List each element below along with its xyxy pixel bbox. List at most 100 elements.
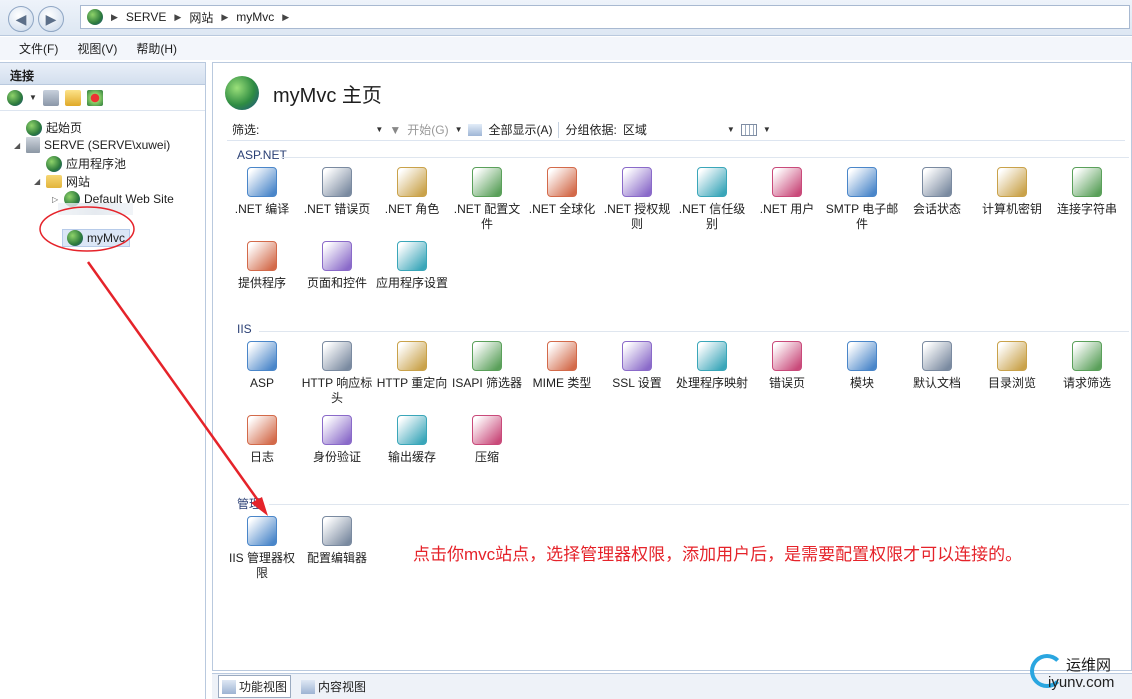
feature-aspnet-11[interactable]: 连接字符串 <box>1049 167 1125 217</box>
filter-input[interactable]: ▼ <box>265 125 383 134</box>
feature-aspnet-14[interactable]: 应用程序设置 <box>374 241 450 291</box>
feature-iis-0[interactable]: ASP <box>224 341 300 391</box>
feature-aspnet-0[interactable]: .NET 编译 <box>224 167 300 217</box>
feature-icon <box>322 516 352 546</box>
tree-item-sites[interactable]: ◢ 网站 <box>34 173 90 190</box>
feature-icon <box>397 415 427 445</box>
features-view-icon <box>222 679 236 694</box>
feature-management-1[interactable]: 配置编辑器 <box>299 516 375 566</box>
chevron-down-icon[interactable]: ▼ <box>455 125 463 134</box>
feature-aspnet-9[interactable]: 会话状态 <box>899 167 975 217</box>
save-icon[interactable] <box>42 89 59 106</box>
group-header-aspnet[interactable]: ASP.NET <box>237 148 287 162</box>
feature-icon <box>247 415 277 445</box>
tab-content-view[interactable]: 内容视图 <box>297 675 370 698</box>
feature-icon <box>472 167 502 197</box>
feature-iis-13[interactable]: 身份验证 <box>299 415 375 465</box>
group-by-label: 分组依据: <box>565 123 617 137</box>
connections-header: 连接 <box>0 63 205 85</box>
tab-features-view[interactable]: 功能视图 <box>218 675 292 698</box>
disconnect-icon[interactable] <box>86 89 103 106</box>
feature-icon <box>322 341 352 371</box>
view-icon[interactable] <box>740 123 757 136</box>
feature-icon <box>472 415 502 445</box>
menu-bar: 文件(F) 视图(V) 帮助(H) <box>0 37 1132 60</box>
feature-label: .NET 配置文件 <box>453 202 521 231</box>
feature-label: HTTP 重定向 <box>376 376 448 390</box>
chevron-down-icon[interactable]: ▼ <box>29 93 37 102</box>
feature-icon <box>847 341 877 371</box>
feature-iis-12[interactable]: 日志 <box>224 415 300 465</box>
feature-iis-1[interactable]: HTTP 响应标头 <box>299 341 375 406</box>
feature-aspnet-2[interactable]: .NET 角色 <box>374 167 450 217</box>
feature-iis-7[interactable]: 错误页 <box>749 341 825 391</box>
feature-icon <box>1072 167 1102 197</box>
feature-aspnet-13[interactable]: 页面和控件 <box>299 241 375 291</box>
feature-aspnet-12[interactable]: 提供程序 <box>224 241 300 291</box>
feature-icon <box>472 341 502 371</box>
feature-label: IIS 管理器权限 <box>228 551 295 580</box>
menu-file[interactable]: 文件(F) <box>19 40 58 57</box>
group-divider <box>281 157 1129 158</box>
feature-iis-10[interactable]: 目录浏览 <box>974 341 1050 391</box>
menu-view[interactable]: 视图(V) <box>77 40 117 57</box>
feature-aspnet-7[interactable]: .NET 用户 <box>749 167 825 217</box>
back-arrow-icon: ◀ <box>15 10 27 27</box>
view-tabs: 功能视图 内容视图 <box>212 673 1132 699</box>
feature-aspnet-5[interactable]: .NET 授权规则 <box>599 167 675 232</box>
feature-aspnet-8[interactable]: SMTP 电子邮件 <box>824 167 900 232</box>
expand-icon[interactable]: ◢ <box>14 141 22 150</box>
back-button[interactable]: ◀ <box>8 6 34 32</box>
filter-toolbar: 筛选: ▼ ▼ 开始(G) ▼ 全部显示(A) 分组依据: 区域 ▼ ▼ <box>227 119 1125 141</box>
feature-aspnet-6[interactable]: .NET 信任级别 <box>674 167 750 232</box>
feature-iis-14[interactable]: 输出缓存 <box>374 415 450 465</box>
feature-label: 错误页 <box>768 376 805 390</box>
chevron-right-icon: ▶ <box>111 11 118 22</box>
feature-iis-15[interactable]: 压缩 <box>449 415 525 465</box>
watermark: 运维网 iyunv.com <box>1030 652 1130 697</box>
feature-iis-11[interactable]: 请求筛选 <box>1049 341 1125 391</box>
chevron-down-icon[interactable]: ▼ <box>763 125 771 134</box>
breadcrumb-mymvc[interactable]: myMvc <box>236 10 274 24</box>
feature-icon <box>247 516 277 546</box>
up-folder-icon[interactable] <box>64 89 81 106</box>
breadcrumb-sites[interactable]: 网站 <box>189 9 213 26</box>
feature-iis-5[interactable]: SSL 设置 <box>599 341 675 391</box>
feature-iis-3[interactable]: ISAPI 筛选器 <box>449 341 525 391</box>
group-header-iis[interactable]: IIS <box>237 322 252 336</box>
go-button[interactable]: 开始(G) <box>407 121 448 138</box>
feature-icon <box>997 341 1027 371</box>
menu-help[interactable]: 帮助(H) <box>136 40 177 57</box>
feature-label: 提供程序 <box>237 276 286 290</box>
tree-item-mymvc[interactable]: myMvc <box>62 229 130 247</box>
feature-label: 目录浏览 <box>987 376 1036 390</box>
feature-management-0[interactable]: IIS 管理器权限 <box>224 516 300 581</box>
forward-button[interactable]: ▶ <box>38 6 64 32</box>
connect-icon[interactable] <box>7 89 23 106</box>
tab-label: 功能视图 <box>239 680 288 694</box>
feature-label: 日志 <box>249 450 274 464</box>
tree-item-start-page[interactable]: 起始页 <box>14 119 82 136</box>
group-header-management[interactable]: 管理 <box>237 495 261 512</box>
tree-label: 网站 <box>66 175 91 189</box>
feature-aspnet-3[interactable]: .NET 配置文件 <box>449 167 525 232</box>
feature-iis-8[interactable]: 模块 <box>824 341 900 391</box>
tree-item-server[interactable]: ◢ SERVE (SERVE\xuwei) <box>14 137 170 153</box>
app-pool-icon <box>46 155 62 172</box>
expand-icon[interactable]: ◢ <box>34 177 42 186</box>
features-pane: myMvc 主页 筛选: ▼ ▼ 开始(G) ▼ 全部显示(A) 分组依据: 区… <box>212 62 1132 671</box>
feature-aspnet-4[interactable]: .NET 全球化 <box>524 167 600 217</box>
feature-label: 请求筛选 <box>1062 376 1111 390</box>
address-path[interactable]: ▶ SERVE ▶ 网站 ▶ myMvc ▶ <box>80 5 1130 29</box>
feature-icon <box>322 241 352 271</box>
tree-item-app-pools[interactable]: 应用程序池 <box>34 155 126 172</box>
feature-aspnet-1[interactable]: .NET 错误页 <box>299 167 375 217</box>
feature-iis-6[interactable]: 处理程序映射 <box>674 341 750 391</box>
feature-aspnet-10[interactable]: 计算机密钥 <box>974 167 1050 217</box>
show-all-button[interactable]: 全部显示(A) <box>488 121 552 138</box>
breadcrumb-server[interactable]: SERVE <box>126 10 166 24</box>
feature-iis-4[interactable]: MIME 类型 <box>524 341 600 391</box>
feature-iis-2[interactable]: HTTP 重定向 <box>374 341 450 391</box>
group-by-select[interactable]: 区域 ▼ <box>623 121 735 138</box>
feature-iis-9[interactable]: 默认文档 <box>899 341 975 391</box>
